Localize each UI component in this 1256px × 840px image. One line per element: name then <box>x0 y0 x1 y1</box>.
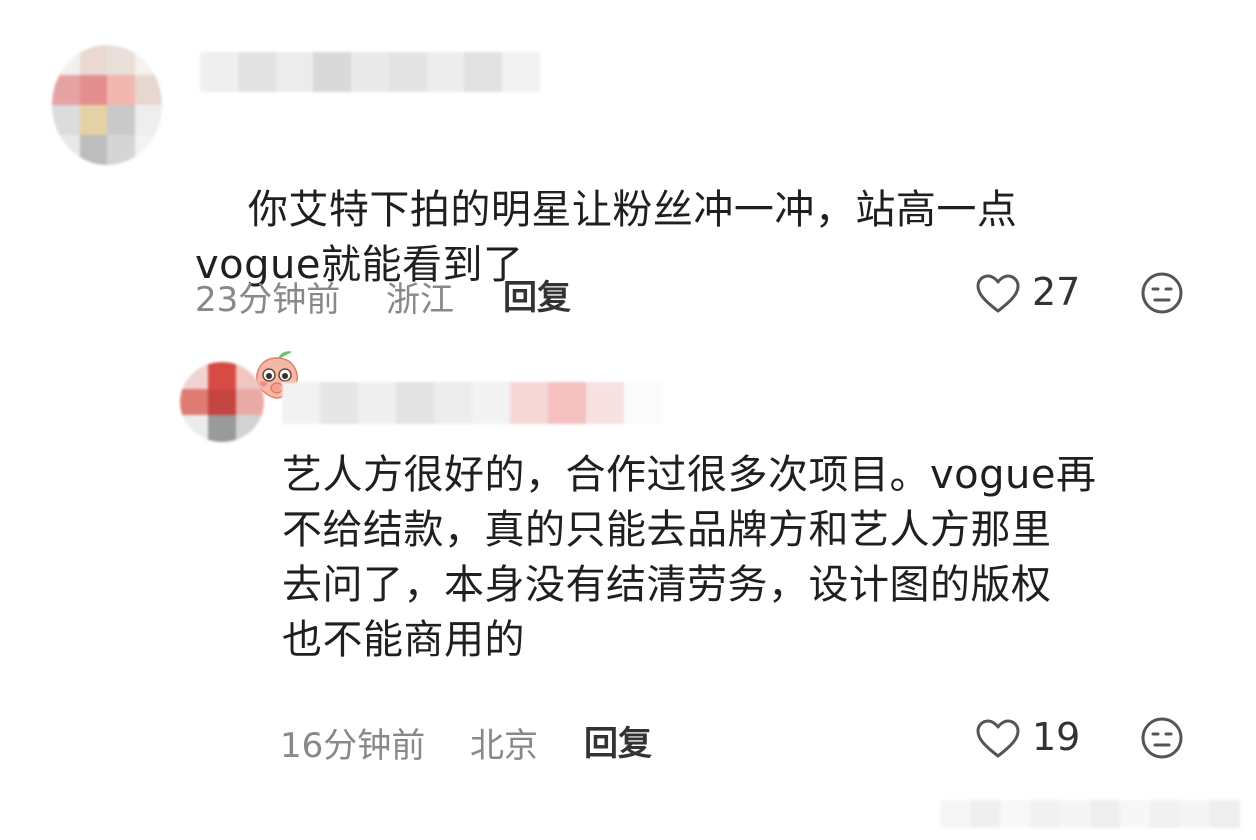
reply-comment-item: 艺人方很好的，合作过很多次项目。vogue再 不给结款，真的只能去品牌方和艺人方… <box>0 340 1256 780</box>
reply-button[interactable]: 回复 <box>584 716 652 765</box>
avatar[interactable] <box>180 362 264 442</box>
username-blurred[interactable] <box>200 52 540 92</box>
heart-outline-icon[interactable] <box>975 718 1021 760</box>
reply-button[interactable]: 回复 <box>503 270 571 319</box>
comment-item: 你艾特下拍的明星让粉丝冲一冲，站高一点 vogue就能看到了 23分钟前 浙江 … <box>0 0 1256 399</box>
comment-time: 16分钟前 <box>280 726 426 766</box>
neutral-face-icon[interactable] <box>1140 716 1184 760</box>
comment-text: 艺人方很好的，合作过很多次项目。vogue再 不给结款，真的只能去品牌方和艺人方… <box>282 452 1097 663</box>
watermark-blurred <box>940 800 1240 828</box>
comment-location: 北京 <box>470 726 538 766</box>
like-count: 27 <box>1032 270 1081 314</box>
heart-outline-icon[interactable] <box>975 273 1021 315</box>
comment-time: 23分钟前 <box>195 280 341 320</box>
comment-location: 浙江 <box>386 280 454 320</box>
username-blurred[interactable] <box>282 382 662 424</box>
like-count: 19 <box>1032 715 1081 759</box>
neutral-face-icon[interactable] <box>1140 271 1184 315</box>
avatar[interactable] <box>52 45 162 165</box>
